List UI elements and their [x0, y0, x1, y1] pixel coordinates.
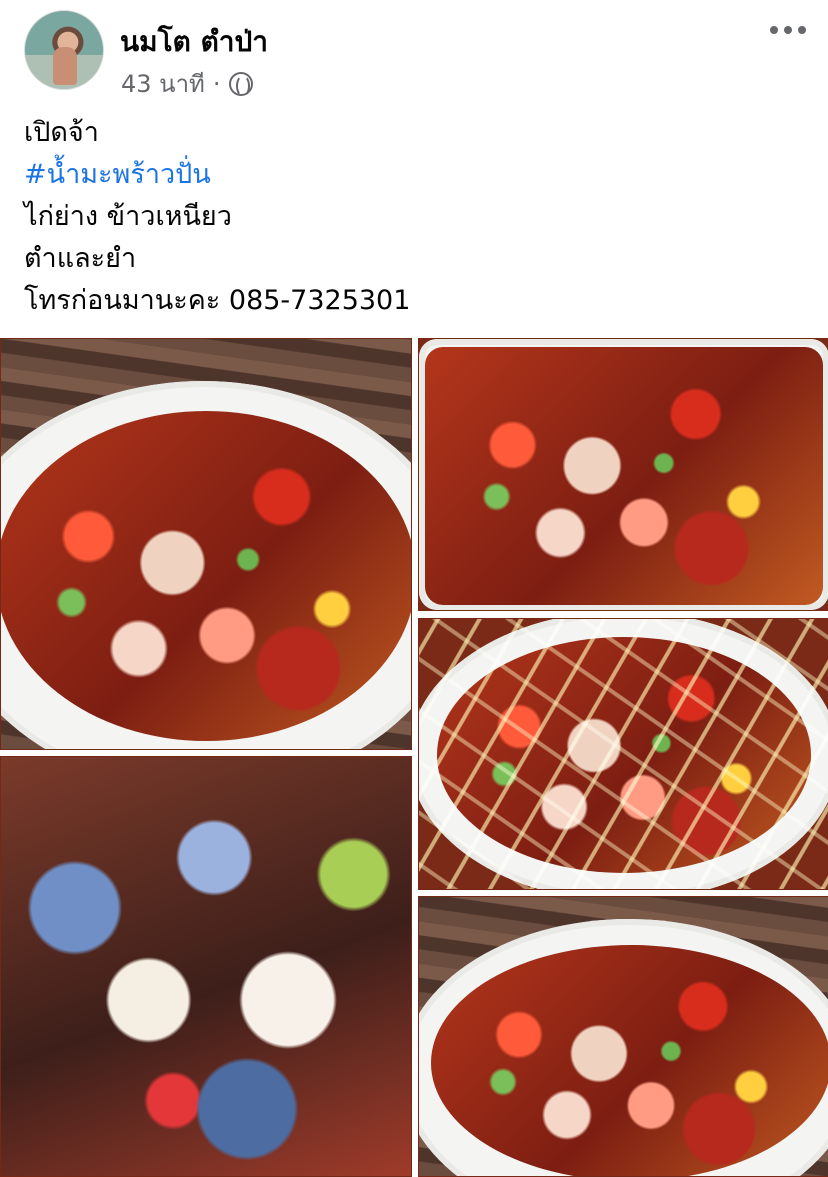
author-name[interactable]: นมโต ตำป่า	[120, 20, 268, 64]
post-line-phone[interactable]: โทรก่อนมานะคะ 085-7325301	[24, 280, 804, 322]
food-shape	[425, 347, 823, 605]
more-dot	[770, 26, 778, 34]
papaya-strands-shape	[419, 619, 828, 889]
photo-seafood-salad-plate[interactable]	[0, 338, 412, 750]
globe-icon[interactable]	[228, 71, 253, 97]
photo-crab-salad[interactable]	[0, 756, 412, 1177]
post-line-open: เปิดจ้า	[24, 117, 99, 148]
avatar-figure	[53, 47, 77, 85]
post-text: เปิดจ้า #น้ำมะพร้าวปั่น ไก่ย่าง ข้าวเหนี…	[24, 112, 804, 322]
post-time[interactable]: 43 นาที	[121, 64, 205, 103]
more-options-icon[interactable]	[770, 26, 806, 34]
photo-gallery	[0, 338, 828, 1177]
photo-papaya-salad-shrimp[interactable]	[418, 618, 828, 890]
photo-cockle-papaya-salad[interactable]	[418, 896, 828, 1177]
photo-seafood-spicy-salad[interactable]	[418, 338, 828, 611]
post-line-food: ไก่ย่าง ข้าวเหนียว	[24, 201, 232, 232]
food-shape	[431, 945, 828, 1176]
crab-salad-shape	[1, 757, 411, 1176]
meta-separator: ·	[212, 69, 221, 98]
avatar[interactable]	[24, 10, 104, 90]
more-dot	[798, 26, 806, 34]
post-header: นมโต ตำป่า 43 นาที ·	[0, 0, 828, 100]
hashtag-link[interactable]: #น้ำมะพร้าวปั่น	[24, 154, 804, 196]
food-shape	[1, 411, 411, 741]
more-dot	[784, 26, 792, 34]
post-meta: 43 นาที ·	[121, 64, 253, 103]
post-line-menu: ตำและยำ	[24, 243, 137, 274]
